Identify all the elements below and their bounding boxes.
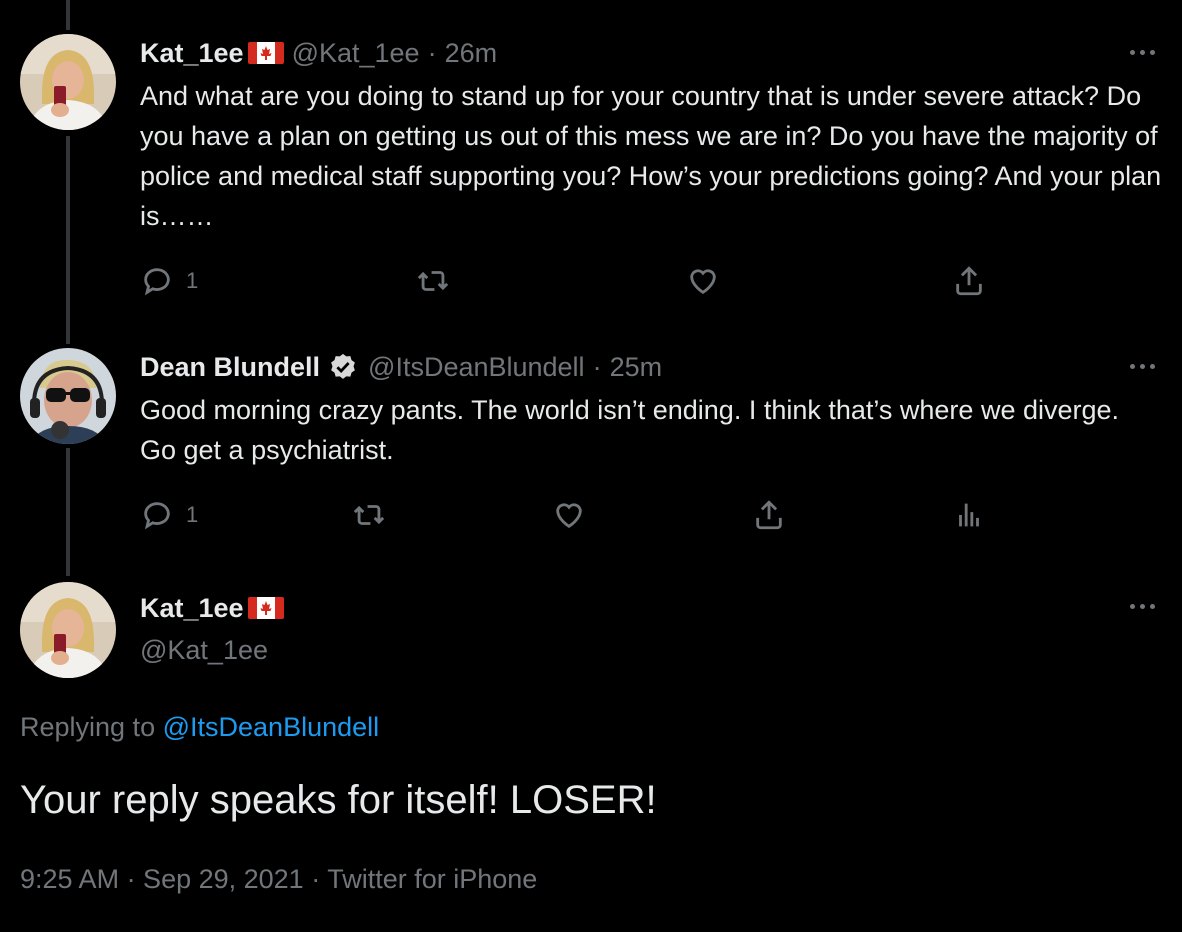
separator: ·: [427, 37, 437, 68]
share-icon: [956, 266, 982, 296]
tweet-actions: 1: [140, 264, 1000, 304]
tweet-text: And what are you doing to stand up for y…: [140, 81, 1162, 231]
user-handle[interactable]: @Kat_1ee: [292, 38, 420, 69]
main-tweet-text: Your reply speaks for itself! LOSER!: [20, 778, 657, 822]
replying-to-link[interactable]: @ItsDeanBlundell: [163, 712, 380, 742]
tweet-actions: 1: [140, 498, 1000, 538]
user-handle[interactable]: @Kat_1ee: [140, 632, 292, 668]
like-icon: [556, 503, 582, 529]
like-button[interactable]: [686, 264, 720, 298]
canada-flag-icon: [247, 597, 284, 619]
main-display-name-row: Kat_1ee: [140, 590, 292, 626]
reply-button[interactable]: 1: [140, 264, 198, 298]
display-name[interactable]: Kat_1ee: [140, 38, 244, 69]
timestamp[interactable]: 26m: [445, 38, 498, 69]
reply-button[interactable]: 1: [140, 498, 198, 532]
more-options-icon[interactable]: [1122, 594, 1162, 618]
timestamp[interactable]: 25m: [610, 352, 663, 383]
main-tweet-header: Kat_1ee @Kat_1ee: [140, 590, 292, 668]
tweet-1[interactable]: Kat_1ee @Kat_1ee · 26m And what are you …: [140, 36, 1162, 236]
reply-icon: [144, 268, 170, 296]
retweet-button[interactable]: [416, 264, 450, 298]
share-button[interactable]: [952, 264, 986, 298]
display-name[interactable]: Kat_1ee: [140, 593, 244, 624]
avatar-dean[interactable]: [20, 348, 116, 444]
separator: ·: [592, 351, 602, 382]
tweet-header: Kat_1ee @Kat_1ee · 26m: [140, 36, 1162, 70]
replying-to: Replying to @ItsDeanBlundell: [20, 712, 379, 743]
verified-badge-icon: [331, 353, 355, 379]
avatar-kat[interactable]: [20, 34, 116, 130]
retweet-icon: [353, 505, 385, 525]
analytics-icon: [959, 503, 979, 527]
reply-icon: [144, 502, 170, 530]
canada-flag-icon: [247, 42, 284, 64]
thread-line-1: [66, 136, 70, 344]
user-handle[interactable]: @ItsDeanBlundell: [368, 352, 585, 383]
tweet-header: Dean Blundell @ItsDeanBlundell · 25m: [140, 350, 1162, 384]
reply-count: 1: [186, 268, 199, 293]
more-options-icon[interactable]: [1122, 40, 1162, 64]
retweet-button[interactable]: [352, 498, 386, 532]
thread-line-2: [66, 448, 70, 576]
more-options-icon[interactable]: [1122, 354, 1162, 378]
tweet-2[interactable]: Dean Blundell @ItsDeanBlundell · 25m Goo…: [140, 350, 1162, 470]
avatar-kat-main[interactable]: [20, 582, 116, 678]
reply-count: 1: [186, 502, 199, 527]
retweet-icon: [417, 271, 449, 291]
share-button[interactable]: [752, 498, 786, 532]
display-name[interactable]: Dean Blundell: [140, 352, 320, 383]
tweet-text: Good morning crazy pants. The world isn’…: [140, 395, 1120, 465]
tweet-meta[interactable]: 9:25 AM · Sep 29, 2021 · Twitter for iPh…: [20, 864, 537, 895]
analytics-button[interactable]: [952, 498, 986, 532]
like-button[interactable]: [552, 498, 586, 532]
like-icon: [690, 269, 716, 295]
share-icon: [756, 500, 782, 530]
thread-line-top: [66, 0, 70, 30]
replying-prefix: Replying to: [20, 712, 156, 742]
